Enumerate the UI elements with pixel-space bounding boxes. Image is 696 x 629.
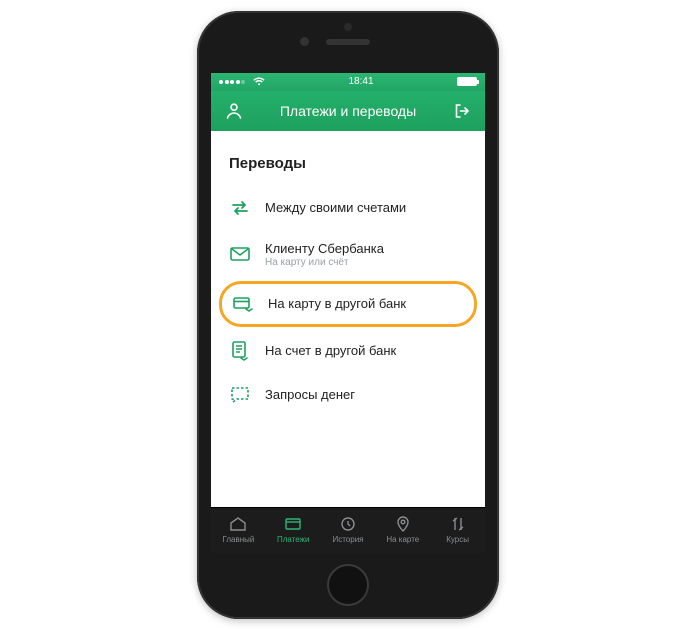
section-title: Переводы <box>211 131 485 186</box>
list-item-label: На счет в другой банк <box>265 343 396 358</box>
tab-label: На карте <box>386 535 419 544</box>
status-bar: 18:41 <box>211 73 485 91</box>
logout-icon[interactable] <box>451 100 473 122</box>
wifi-icon <box>253 77 265 86</box>
phone-frame: 18:41 Платежи и переводы <box>197 11 499 619</box>
transfer-between-accounts[interactable]: Между своими счетами <box>211 186 485 230</box>
speaker-slot <box>326 39 370 45</box>
list-item-label: На карту в другой банк <box>268 296 406 311</box>
tab-map[interactable]: На карте <box>375 508 430 553</box>
transfer-account-other-bank[interactable]: На счет в другой банк <box>211 329 485 373</box>
profile-icon[interactable] <box>223 100 245 122</box>
signal-icon <box>219 80 245 84</box>
tab-home[interactable]: Главный <box>211 508 266 553</box>
screen: 18:41 Платежи и переводы <box>211 73 485 553</box>
app-header: Платежи и переводы <box>211 91 485 131</box>
transfer-card-other-bank[interactable]: На карту в другой банк <box>219 281 477 327</box>
page-title: Платежи и переводы <box>280 103 416 119</box>
home-icon <box>229 516 247 532</box>
home-button[interactable] <box>327 564 369 606</box>
tab-label: История <box>332 535 363 544</box>
tab-history[interactable]: История <box>321 508 376 553</box>
status-right <box>457 77 477 86</box>
list-item-label: Запросы денег <box>265 387 355 402</box>
status-left <box>219 77 265 86</box>
history-icon <box>339 516 357 532</box>
battery-icon <box>457 77 477 86</box>
message-icon <box>229 384 251 406</box>
rates-icon <box>449 516 467 532</box>
list-item-label: Между своими счетами <box>265 200 406 215</box>
money-requests[interactable]: Запросы денег <box>211 373 485 417</box>
envelope-icon <box>229 243 251 265</box>
list-item-sub: На карту или счёт <box>265 257 384 268</box>
tab-label: Платежи <box>277 535 309 544</box>
front-camera <box>300 37 309 46</box>
status-time: 18:41 <box>348 76 373 87</box>
list-item-label: Клиенту Сбербанка <box>265 241 384 256</box>
transfer-sberbank-client[interactable]: Клиенту Сбербанка На карту или счёт <box>211 230 485 279</box>
tab-label: Курсы <box>446 535 469 544</box>
tab-payments[interactable]: Платежи <box>266 508 321 553</box>
tab-rates[interactable]: Курсы <box>430 508 485 553</box>
card-arrow-icon <box>232 293 254 315</box>
tab-label: Главный <box>222 535 254 544</box>
content: Переводы Между своими счетами <box>211 131 485 507</box>
location-icon <box>394 516 412 532</box>
payments-icon <box>284 516 302 532</box>
swap-icon <box>229 197 251 219</box>
document-arrow-icon <box>229 340 251 362</box>
tab-bar: Главный Платежи История На карте <box>211 507 485 553</box>
sensor-dot <box>344 23 352 31</box>
